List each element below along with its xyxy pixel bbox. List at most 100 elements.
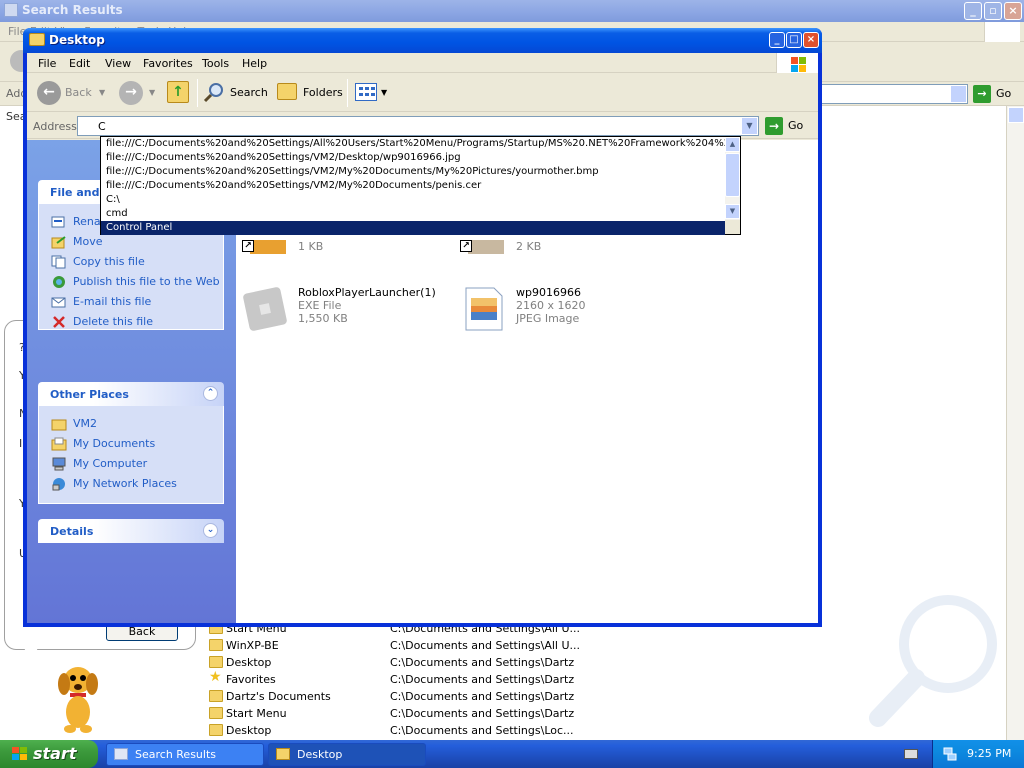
up-folder-button[interactable]: ↑: [167, 81, 191, 105]
task-label: Move: [73, 235, 103, 248]
taskbar-button-label: Search Results: [135, 748, 217, 761]
file-type: EXE File: [298, 299, 342, 312]
result-folder: C:\Documents and Settings\Dartz: [390, 690, 575, 703]
autocomplete-item[interactable]: cmd: [101, 207, 725, 221]
result-name: WinXP-BE: [226, 639, 279, 652]
task-email[interactable]: E-mail this file: [51, 294, 221, 310]
scroll-thumb[interactable]: [725, 153, 740, 197]
forward-arrow-icon: →: [119, 81, 143, 105]
autocomplete-item[interactable]: file:///C:/Documents%20and%20Settings/Al…: [101, 137, 725, 151]
search-results-scrollbar[interactable]: [1006, 106, 1024, 740]
taskbar-button-desktop[interactable]: Desktop: [268, 743, 426, 766]
start-button[interactable]: start: [0, 740, 98, 768]
maximize-button[interactable]: ▫: [984, 2, 1002, 20]
publish-web-icon: [53, 276, 65, 288]
file-item[interactable]: RobloxPlayerLauncher(1) EXE File 1,550 K…: [242, 286, 452, 334]
expand-chevron-icon[interactable]: ⌄: [203, 523, 218, 538]
address-input[interactable]: [77, 116, 759, 136]
task-move[interactable]: Move: [51, 234, 221, 250]
logo-red: [791, 57, 798, 64]
taskbar-button-label: Desktop: [297, 748, 343, 761]
details-header[interactable]: Details ⌄: [38, 519, 224, 543]
autocomplete-item[interactable]: file:///C:/Documents%20and%20Settings/VM…: [101, 179, 725, 193]
result-name: Desktop: [226, 724, 272, 737]
rover-search-dog-icon[interactable]: [50, 662, 106, 734]
menu-view[interactable]: View: [105, 57, 131, 70]
minimize-button[interactable]: _: [769, 32, 785, 48]
result-folder: C:\Documents and Settings\Dartz: [390, 656, 575, 669]
shortcut-file-icon: [250, 240, 286, 254]
views-button[interactable]: ▼: [355, 81, 389, 105]
search-results-go-button[interactable]: → Go: [973, 85, 1023, 103]
collapse-chevron-icon[interactable]: ⌃: [203, 386, 218, 401]
my-documents-icon: [51, 437, 67, 451]
other-places-header[interactable]: Other Places ⌃: [38, 382, 224, 406]
details-title: Details: [50, 525, 94, 538]
place-my-network-places[interactable]: My Network Places: [51, 476, 221, 492]
shortcut-arrow-icon: ↗: [460, 240, 472, 252]
task-label: Rena: [73, 215, 101, 228]
file-item[interactable]: wp9016966 2160 x 1620 JPEG Image: [460, 286, 670, 334]
scroll-up-icon[interactable]: [1008, 107, 1024, 123]
address-dropdown-button[interactable]: ▼: [741, 117, 758, 135]
clock[interactable]: 9:25 PM: [967, 747, 1011, 760]
back-button[interactable]: ← Back ▼: [37, 81, 107, 105]
autocomplete-scrollbar[interactable]: ▲ ▼: [725, 137, 740, 220]
star-icon: ★: [209, 669, 222, 685]
autocomplete-item[interactable]: file:///C:/Documents%20and%20Settings/VM…: [101, 165, 725, 179]
search-results-address-field[interactable]: [820, 84, 968, 104]
folders-button[interactable]: Folders: [275, 81, 343, 105]
minimize-button[interactable]: _: [964, 2, 982, 20]
task-copy[interactable]: Copy this file: [51, 254, 221, 270]
close-button[interactable]: ×: [803, 32, 819, 48]
shortcut-arrow-icon: ↗: [242, 240, 254, 252]
search-button[interactable]: Search: [203, 81, 269, 105]
place-label: My Documents: [73, 437, 156, 450]
file-item[interactable]: ↗ 1 KB: [242, 240, 452, 288]
file-item[interactable]: ↗ 2 KB: [460, 240, 670, 288]
folder-icon: [209, 707, 223, 719]
address-label: Address: [33, 120, 77, 133]
window-titlebar[interactable]: Desktop _ □ ×: [23, 28, 822, 53]
taskbar-button-search-results[interactable]: Search Results: [106, 743, 264, 766]
toolbar-separator: [347, 79, 348, 107]
result-name: Start Menu: [226, 707, 287, 720]
menu-favorites[interactable]: Favorites: [143, 57, 193, 70]
start-label: start: [33, 744, 77, 763]
close-button[interactable]: ×: [1004, 2, 1022, 20]
folder-icon: [209, 639, 223, 651]
task-label: Delete this file: [73, 315, 153, 328]
place-my-computer[interactable]: My Computer: [51, 456, 221, 472]
result-name: Favorites: [226, 673, 276, 686]
autocomplete-item[interactable]: C:\: [101, 193, 725, 207]
views-icon: [355, 83, 377, 101]
result-folder: C:\Documents and Settings\Dartz: [390, 707, 575, 720]
place-my-documents[interactable]: My Documents: [51, 436, 221, 452]
maximize-button[interactable]: □: [786, 32, 802, 48]
keyboard-icon[interactable]: [904, 749, 918, 759]
resize-grip-icon[interactable]: [725, 220, 740, 234]
forward-button[interactable]: → ▼: [119, 81, 157, 105]
scroll-down-icon[interactable]: ▼: [725, 204, 740, 219]
go-button[interactable]: → Go: [765, 117, 813, 135]
task-publish-web[interactable]: Publish this file to the Web: [51, 274, 221, 290]
address-dropdown-icon[interactable]: [950, 85, 967, 103]
search-results-titlebar[interactable]: Search Results _ ▫ ×: [0, 0, 1024, 22]
search-results-window-icon: [114, 748, 128, 760]
network-icon[interactable]: [943, 747, 957, 761]
menu-help[interactable]: Help: [242, 57, 267, 70]
up-folder-icon: ↑: [167, 81, 189, 103]
menu-tools[interactable]: Tools: [202, 57, 229, 70]
logo-green: [799, 57, 806, 64]
menu-file[interactable]: File: [38, 57, 56, 70]
folder-icon: [209, 656, 223, 668]
task-label: E-mail this file: [73, 295, 152, 308]
task-delete[interactable]: Delete this file: [51, 314, 221, 330]
menu-edit[interactable]: Edit: [69, 57, 90, 70]
task-label: Copy this file: [73, 255, 145, 268]
autocomplete-item-selected[interactable]: Control Panel: [101, 221, 725, 235]
autocomplete-item[interactable]: file:///C:/Documents%20and%20Settings/VM…: [101, 151, 725, 165]
scroll-up-icon[interactable]: ▲: [725, 137, 740, 152]
toolbar-separator: [197, 79, 198, 107]
place-vm2[interactable]: VM2: [51, 416, 221, 432]
